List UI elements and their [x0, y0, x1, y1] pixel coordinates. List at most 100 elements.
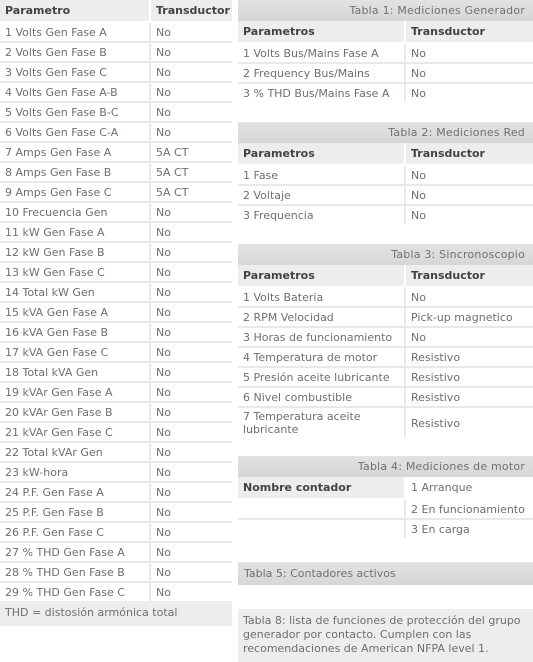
table-row: 2 Frequency Bus/Mains No — [238, 63, 533, 84]
cell-parametro: 2 RPM Velocidad — [238, 307, 406, 328]
cell-transductor: No — [150, 382, 232, 403]
table-row: 12 kW Gen Fase B No — [0, 242, 232, 263]
table-row: 6 Volts Gen Fase C-A No — [0, 122, 232, 143]
left-column: Parametro Transductor 1 Volts Gen Fase A… — [0, 0, 232, 626]
table-row: 14 Total kW Gen No — [0, 282, 232, 303]
table-header-row: Parametro Transductor — [0, 0, 232, 23]
table-row: 18 Total kVA Gen No — [0, 362, 232, 383]
cell-transductor: 5A CT — [150, 182, 232, 203]
cell-parametro: 22 Total kVAr Gen — [0, 442, 151, 463]
column-header-transductor: Transductor — [405, 265, 533, 288]
table-row: 3 % THD Bus/Mains Fase A No — [238, 83, 533, 102]
column-header-transductor: Transductor — [150, 0, 232, 23]
cell-transductor: No — [150, 582, 232, 601]
cell-transductor: No — [150, 402, 232, 423]
table-row: 7 Amps Gen Fase A 5A CT — [0, 142, 232, 163]
table-row: 19 kVAr Gen Fase A No — [0, 382, 232, 403]
tabla3-body: 1 Volts Bateria No 2 RPM Velocidad Pick-up… — [238, 287, 533, 438]
cell-parametro: 27 % THD Gen Fase A — [0, 542, 151, 563]
cell-parametro: 10 Frecuencia Gen — [0, 202, 151, 223]
cell-transductor: No — [150, 22, 232, 43]
column-header-parametros: Parametros — [238, 265, 406, 288]
tabla2-body: 1 Fase No 2 Voltaje No 3 Frequencia No — [238, 165, 533, 224]
cell-parametro: 4 Temperatura de motor — [238, 347, 406, 368]
table-row: 6 Nivel combustible Resistivo — [238, 387, 533, 408]
table-row: 11 kW Gen Fase A No — [0, 222, 232, 243]
cell-transductor: No — [150, 442, 232, 463]
cell-transductor: No — [405, 63, 533, 84]
tabla4-caption: Tabla 4: Mediciones de motor — [238, 456, 533, 477]
cell-transductor: Resistivo — [405, 367, 533, 388]
cell-transductor: No — [150, 242, 232, 263]
tabla8-protection-note: Tabla 8: lista de funciones de protecció… — [238, 609, 533, 662]
cell-transductor: No — [405, 287, 533, 308]
cell-parametro: 17 kVA Gen Fase C — [0, 342, 151, 363]
cell-parametro: 1 Fase — [238, 165, 406, 186]
column-header-parametros: Parametros — [238, 21, 406, 44]
cell-transductor: No — [405, 185, 533, 206]
cell-parametro: 1 Volts Bus/Mains Fase A — [238, 43, 406, 64]
table-row: 24 P.F. Gen Fase A No — [0, 482, 232, 503]
tabla1-generator-measurements: Tabla 1: Mediciones Generador Parametros… — [238, 0, 533, 102]
table-row: 13 kW Gen Fase C No — [0, 262, 232, 283]
cell-parametro: 8 Amps Gen Fase B — [0, 162, 151, 183]
table-row: 5 Presión aceite lubricante Resistivo — [238, 367, 533, 388]
cell-parametro: 18 Total kVA Gen — [0, 362, 151, 383]
cell-counter-name: 2 En funcionamiento — [405, 499, 533, 520]
cell-transductor: No — [150, 562, 232, 583]
cell-parametro: 9 Amps Gen Fase C — [0, 182, 151, 203]
cell-parametro: 23 kW-hora — [0, 462, 151, 483]
right-column: Tabla 1: Mediciones Generador Parametros… — [238, 0, 533, 662]
cell-transductor: Pick-up magnetico — [405, 307, 533, 328]
cell-parametro: 7 Temperatura aceite lubricante — [238, 407, 406, 438]
table-row: 21 kVAr Gen Fase C No — [0, 422, 232, 443]
cell-transductor: No — [405, 43, 533, 64]
cell-parametro: 1 Volts Bateria — [238, 287, 406, 308]
cell-transductor: No — [150, 322, 232, 343]
column-header-nombre-contador: Nombre contador — [238, 477, 406, 500]
table-header-row: Parametros Transductor — [238, 265, 533, 288]
table-row: 1 Volts Bateria No — [238, 287, 533, 308]
cell-parametro: 28 % THD Gen Fase B — [0, 562, 151, 583]
table-row: 2 Voltaje No — [238, 185, 533, 206]
table-row: 7 Temperatura aceite lubricante Resistivo — [238, 407, 533, 438]
cell-transductor: No — [150, 522, 232, 543]
tabla1-body: 1 Volts Bus/Mains Fase A No 2 Frequency B… — [238, 43, 533, 102]
cell-parametro: 6 Volts Gen Fase C-A — [0, 122, 151, 143]
cell-counter-name: 3 En carga — [405, 519, 533, 538]
cell-parametro: 11 kW Gen Fase A — [0, 222, 151, 243]
table-row: 9 Amps Gen Fase C 5A CT — [0, 182, 232, 203]
table-header-row: Parametros Transductor — [238, 21, 533, 44]
table-row: 2 En funcionamiento — [238, 499, 533, 520]
table-row: 4 Volts Gen Fase A-B No — [0, 82, 232, 103]
cell-transductor: No — [150, 482, 232, 503]
cell-parametro: 3 Frequencia — [238, 205, 406, 224]
column-header-parametros: Parametros — [238, 143, 406, 166]
table-row: 29 % THD Gen Fase C No — [0, 582, 232, 601]
cell-parametro: 26 P.F. Gen Fase C — [0, 522, 151, 543]
cell-transductor: No — [150, 362, 232, 383]
cell-parametro: 5 Presión aceite lubricante — [238, 367, 406, 388]
cell-transductor: No — [150, 422, 232, 443]
cell-parametro: 5 Volts Gen Fase B-C — [0, 102, 151, 123]
column-header-transductor: Transductor — [405, 143, 533, 166]
cell-transductor: No — [150, 502, 232, 523]
cell-parametro: 21 kVAr Gen Fase C — [0, 422, 151, 443]
cell-parametro: 15 kVA Gen Fase A — [0, 302, 151, 323]
table-row: 28 % THD Gen Fase B No — [0, 562, 232, 583]
cell-transductor: No — [150, 102, 232, 123]
cell-transductor: 5A CT — [150, 142, 232, 163]
table-header-row: Parametros Transductor — [238, 143, 533, 166]
cell-transductor: No — [150, 222, 232, 243]
table-row: 2 RPM Velocidad Pick-up magnetico — [238, 307, 533, 328]
cell-parametro: 20 kVAr Gen Fase B — [0, 402, 151, 423]
cell-transductor: Resistivo — [405, 407, 533, 438]
table-row: 20 kVAr Gen Fase B No — [0, 402, 232, 423]
cell-parametro: 4 Volts Gen Fase A-B — [0, 82, 151, 103]
cell-parametro: 2 Voltaje — [238, 185, 406, 206]
cell-parametro: 7 Amps Gen Fase A — [0, 142, 151, 163]
cell-parametro: 19 kVAr Gen Fase A — [0, 382, 151, 403]
